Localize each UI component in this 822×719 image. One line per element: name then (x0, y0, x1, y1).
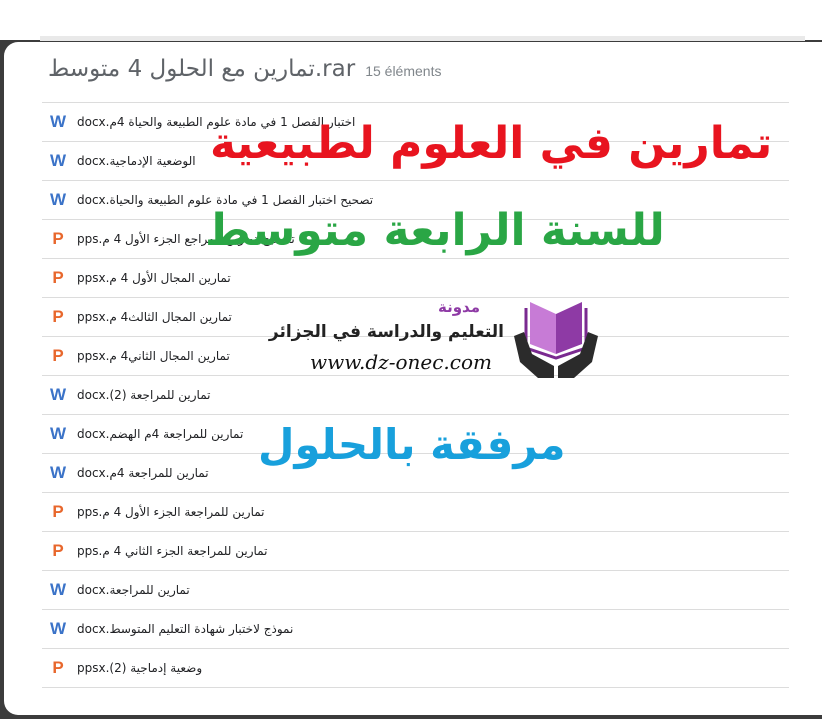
overlay-title-line3: مرفقة بالحلول (258, 420, 566, 469)
logo-url: www.dz-onec.com (310, 350, 492, 374)
overlay-title-line2: للسنة الرابعة متوسط (205, 205, 665, 256)
top-bar-strip (40, 36, 805, 41)
file-name: تمارين المجال الثالث4 م.ppsx (77, 310, 232, 324)
archive-header: تمارين مع الحلول 4 متوسط.rar 15 éléments (48, 56, 441, 92)
word-file-icon: W (49, 385, 67, 404)
word-file-icon: W (49, 424, 67, 443)
powerpoint-file-icon: P (52, 502, 64, 521)
word-file-icon: W (49, 151, 67, 170)
file-row[interactable]: P تمارين للمراجعة الجزء الثاني 4 م.pps (42, 532, 789, 571)
logo-small-text: مدونة (437, 298, 480, 316)
file-name: تمارين للمراجعة (2).docx (77, 388, 211, 402)
powerpoint-file-icon: P (52, 229, 64, 248)
overlay-title-line1: تمارين في العلوم لطبيعية (210, 118, 773, 169)
file-name: تمارين المجال الثاني4 م.ppsx (77, 349, 230, 363)
powerpoint-file-icon: P (52, 307, 64, 326)
file-name: تمارين للمراجعة الجزء الأول 4 م.pps (77, 505, 265, 519)
file-row[interactable]: P وضعية إدماجية (2).ppsx (42, 649, 789, 688)
open-book-in-hands-icon (514, 302, 598, 378)
powerpoint-file-icon: P (52, 346, 64, 365)
archive-title: تمارين مع الحلول 4 متوسط.rar (48, 56, 356, 82)
file-name: نموذج لاختبار شهادة التعليم المتوسط.docx (77, 622, 294, 636)
logo-main-text: التعليم والدراسة في الجزائر (268, 322, 504, 342)
file-row[interactable]: P تمارين للمراجعة الجزء الأول 4 م.pps (42, 493, 789, 532)
word-file-icon: W (49, 463, 67, 482)
file-name: تمارين للمراجعة 4م.docx (77, 466, 209, 480)
file-name: تمارين للمراجعة.docx (77, 583, 190, 597)
file-row[interactable]: W تمارين للمراجعة.docx (42, 571, 789, 610)
word-file-icon: W (49, 190, 67, 209)
powerpoint-file-icon: P (52, 658, 64, 677)
powerpoint-file-icon: P (52, 541, 64, 560)
word-file-icon: W (49, 619, 67, 638)
word-file-icon: W (49, 580, 67, 599)
file-name: وضعية إدماجية (2).ppsx (77, 661, 203, 675)
file-list: W اختبار الفصل 1 في مادة علوم الطبيعة وال… (42, 102, 789, 688)
file-name: تمارين للمراجعة الجزء الثاني 4 م.pps (77, 544, 268, 558)
top-bar (0, 0, 822, 40)
file-name: الوضعية الإدماجية.docx (77, 154, 196, 168)
file-name: تمارين المجال الأول 4 م.ppsx (77, 271, 231, 285)
word-file-icon: W (49, 112, 67, 131)
item-count: 15 éléments (365, 63, 442, 79)
file-name: تمارين للمراجعة 4م الهضم.docx (77, 427, 244, 441)
powerpoint-file-icon: P (52, 268, 64, 287)
file-row[interactable]: W نموذج لاختبار شهادة التعليم المتوسط.doc… (42, 610, 789, 649)
blog-logo: مدونة التعليم والدراسة في الجزائر www.dz… (269, 288, 602, 384)
